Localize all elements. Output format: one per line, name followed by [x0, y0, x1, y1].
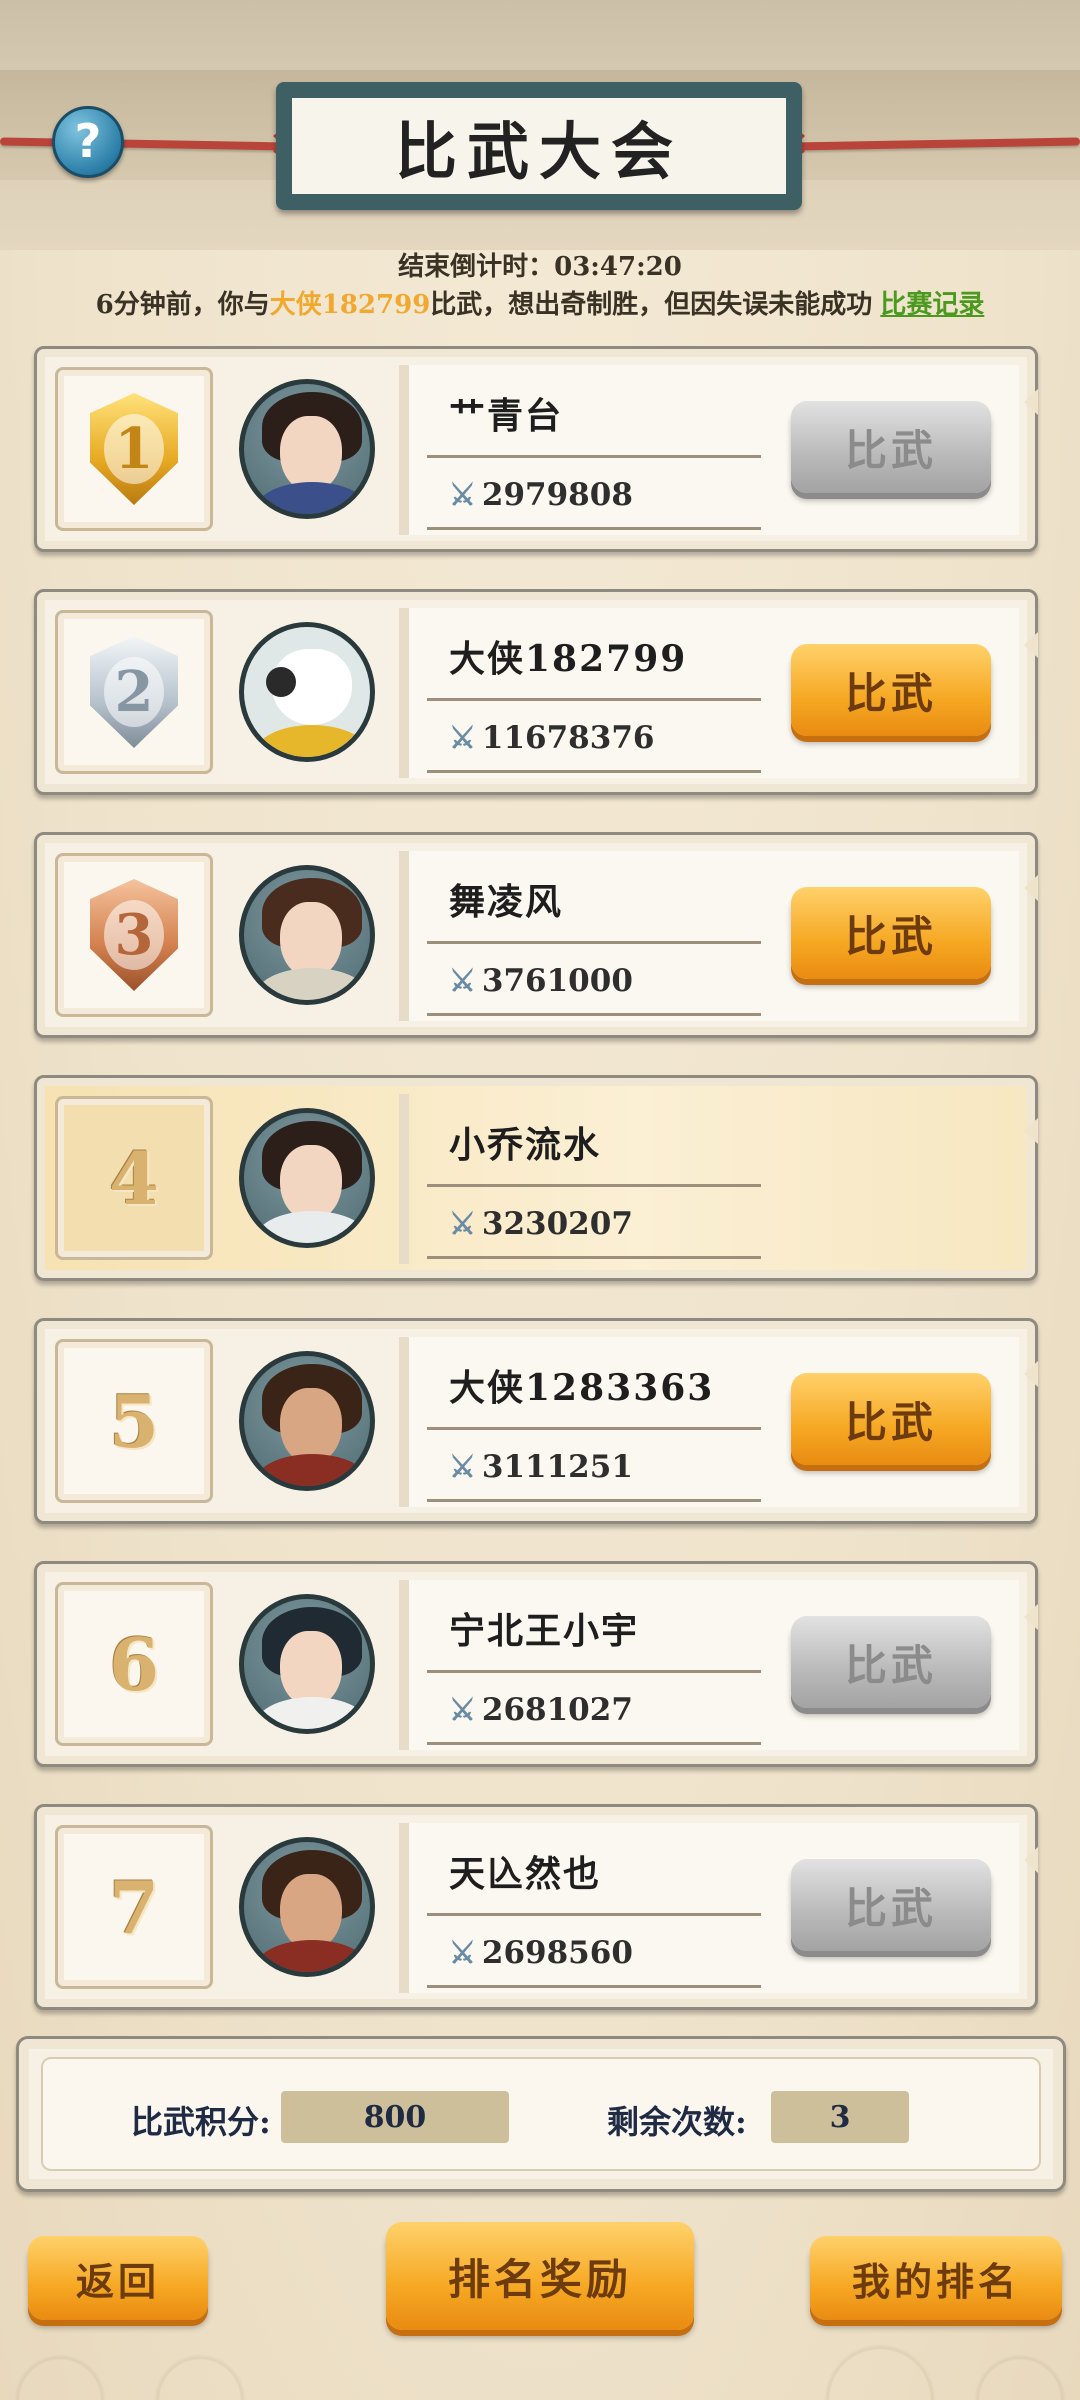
ranking-row: 2 大侠182799 ⚔ 11678376 比武: [34, 589, 1038, 795]
player-name: 艹青台: [449, 395, 564, 437]
title-plate: 比武大会: [276, 82, 802, 210]
player-name: 小乔流水: [449, 1124, 602, 1166]
combat-power: ⚔ 2979808: [449, 477, 633, 513]
divider: [427, 1256, 761, 1259]
challenge-button[interactable]: 比武: [791, 644, 991, 736]
my-ranking-button[interactable]: 我的排名: [810, 2236, 1062, 2320]
score-label: 比武积分:: [131, 2103, 271, 2141]
match-record-link[interactable]: 比赛记录: [880, 290, 984, 320]
ranking-row: 5 大侠1283363 ⚔ 3111251 比武: [34, 1318, 1038, 1524]
rank-number: 6: [108, 1621, 160, 1707]
combat-power: ⚔ 2681027: [449, 1692, 633, 1728]
divider: [427, 1670, 761, 1673]
battle-msg-prefix: 6分钟前，你与: [95, 290, 270, 320]
countdown-timer: 结束倒计时：03:47:20: [398, 252, 682, 282]
crossed-swords-icon: ⚔: [449, 1935, 476, 1971]
divider: [427, 1013, 761, 1016]
divider: [427, 1427, 761, 1430]
divider: [427, 1184, 761, 1187]
divider: [427, 1913, 761, 1916]
battle-result-message: 6分钟前，你与大侠182799比武，想出奇制胜，但因失误未能成功 比赛记录: [0, 284, 1080, 321]
player-name: 天兦然也: [449, 1853, 602, 1895]
divider: [427, 770, 761, 773]
rank-badge: 1: [55, 367, 213, 531]
divider: [427, 1985, 761, 1988]
rank-badge: 3: [55, 853, 213, 1017]
avatar[interactable]: [239, 1837, 375, 1977]
challenge-button[interactable]: 比武: [791, 887, 991, 979]
avatar[interactable]: [239, 1594, 375, 1734]
combat-power: ⚔ 3111251: [449, 1449, 633, 1485]
remaining-attempts-value: 3: [771, 2091, 909, 2143]
player-name: 宁北王小宇: [449, 1610, 640, 1652]
help-button[interactable]: ?: [52, 106, 124, 178]
combat-power: ⚔ 3761000: [449, 963, 633, 999]
ranking-row: 7 天兦然也 ⚔ 2698560 比武: [34, 1804, 1038, 2010]
arena-stats-panel: 比武积分: 800 剩余次数: 3: [16, 2036, 1066, 2192]
challenge-button[interactable]: 比武: [791, 1859, 991, 1951]
rank-number: 4: [108, 1135, 160, 1221]
divider: [427, 455, 761, 458]
battle-msg-suffix: 比武，想出奇制胜，但因失误未能成功: [430, 290, 873, 320]
arena-screen: ✕ ✕ ? 比武大会 结束倒计时：03:47:20 6分钟前，你与大侠18279…: [0, 0, 1080, 2400]
ranking-rewards-button[interactable]: 排名奖励: [386, 2222, 694, 2330]
avatar[interactable]: [239, 1351, 375, 1491]
challenge-button[interactable]: 比武: [791, 1616, 991, 1708]
crossed-swords-icon: ⚔: [449, 1449, 476, 1485]
rank-badge: 6: [55, 1582, 213, 1746]
crossed-swords-icon: ⚔: [449, 1206, 476, 1242]
combat-power: ⚔ 3230207: [449, 1206, 633, 1242]
rank-number: 5: [108, 1378, 160, 1464]
page-title: 比武大会: [288, 94, 790, 198]
back-button[interactable]: 返回: [28, 2236, 208, 2320]
combat-power: ⚔ 2698560: [449, 1935, 633, 1971]
combat-power: ⚔ 11678376: [449, 720, 655, 756]
avatar[interactable]: [239, 865, 375, 1005]
silver-medal-icon: 2: [90, 636, 178, 748]
ranking-row: 3 舞凌风 ⚔ 3761000 比武: [34, 832, 1038, 1038]
player-info: 小乔流水 ⚔ 3230207: [399, 1094, 1019, 1264]
rank-badge: 7: [55, 1825, 213, 1989]
ranking-row-self: 4 小乔流水 ⚔ 3230207: [34, 1075, 1038, 1281]
player-name: 舞凌风: [449, 881, 564, 923]
rank-badge: 5: [55, 1339, 213, 1503]
divider: [427, 527, 761, 530]
crossed-swords-icon: ⚔: [449, 963, 476, 999]
challenge-button[interactable]: 比武: [791, 401, 991, 493]
avatar[interactable]: [239, 1108, 375, 1248]
avatar[interactable]: [239, 622, 375, 762]
rank-number: 7: [108, 1864, 160, 1950]
crossed-swords-icon: ⚔: [449, 1692, 476, 1728]
ranking-row: 6 宁北王小宇 ⚔ 2681027 比武: [34, 1561, 1038, 1767]
remaining-attempts-label: 剩余次数:: [607, 2103, 747, 2141]
rank-badge: 2: [55, 610, 213, 774]
player-name: 大侠1283363: [449, 1367, 715, 1409]
crossed-swords-icon: ⚔: [449, 477, 476, 513]
opponent-name: 大侠182799: [269, 290, 431, 320]
divider: [427, 1499, 761, 1502]
gold-medal-icon: 1: [90, 393, 178, 505]
divider: [427, 698, 761, 701]
rank-badge: 4: [55, 1096, 213, 1260]
score-value: 800: [281, 2091, 509, 2143]
player-name: 大侠182799: [449, 638, 688, 680]
bronze-medal-icon: 3: [90, 879, 178, 991]
challenge-button[interactable]: 比武: [791, 1373, 991, 1465]
crossed-swords-icon: ⚔: [449, 720, 476, 756]
divider: [427, 1742, 761, 1745]
avatar[interactable]: [239, 379, 375, 519]
divider: [427, 941, 761, 944]
ranking-row: 1 艹青台 ⚔ 2979808 比武: [34, 346, 1038, 552]
